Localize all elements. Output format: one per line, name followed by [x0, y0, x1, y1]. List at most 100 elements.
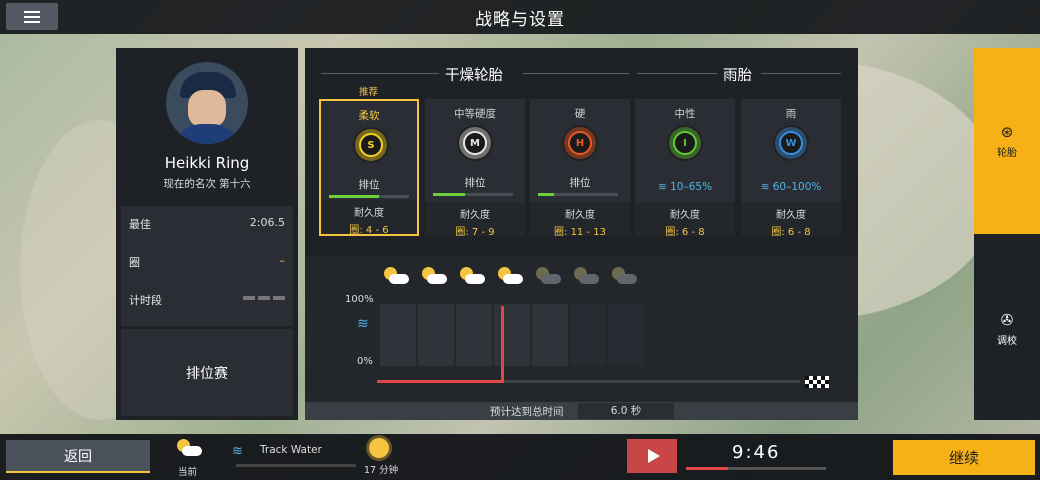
sun-cloud-icon [573, 266, 599, 286]
eta-row: 预计达到总时间 6.0 秒 [305, 402, 858, 420]
sector-indicators [243, 296, 285, 308]
track-water-bar [236, 464, 356, 467]
tyre-durability: 耐久度 圈: 6 - 8 [741, 202, 841, 238]
tyre-compound-icon: S [353, 127, 389, 163]
sun-cloud-icon [459, 266, 485, 286]
weather-forecast: 100% ≋ 0% [305, 256, 858, 402]
forecast-slot [380, 304, 416, 366]
rain-timeline-now [501, 306, 504, 383]
top-bar: 战略与设置 [0, 0, 1040, 34]
tyre-compound-icon: I [667, 125, 703, 161]
tyre-card[interactable]: 中性 I ≋ 10–65% 耐久度 圈: 6 - 8 [635, 99, 735, 238]
forecast-slot [608, 304, 644, 366]
tyre-card[interactable]: 硬 H 排位耐久度 圈: 11 - 13 [530, 99, 630, 238]
sun-cloud-icon [421, 266, 447, 286]
dry-tyres-heading: 干燥轮胎 [445, 68, 503, 84]
tab-tyres-label: 轮胎 [997, 147, 1017, 159]
recommend-label: 推荐 [359, 87, 379, 98]
sector-row: 计时段 [129, 292, 285, 308]
play-icon [647, 449, 660, 463]
tyre-water-range: ≋ 60–100% [760, 181, 822, 193]
tyre-durability: 耐久度 圈: 11 - 13 [530, 202, 630, 238]
tyre-card[interactable]: 雨 W ≋ 60–100% 耐久度 圈: 6 - 8 [741, 99, 841, 238]
tyre-performance-bar [538, 193, 618, 196]
sun-cloud-icon [383, 266, 409, 286]
best-lap-value: 2:06.5 [249, 216, 285, 229]
bottom-bar: 返回 当前 ≋ Track Water 17 分钟 9:46 继续 [0, 434, 1040, 480]
rain-timeline-future [504, 380, 800, 383]
clock-progress [686, 467, 826, 470]
tyre-panel: 干燥轮胎 雨胎 推荐 柔软 S 排位耐久度 圈: 4 - 6 中等硬度 M 排位耐久度 圈: … [305, 48, 858, 420]
tyre-compound-icon: H [562, 125, 598, 161]
forecast-y-max: 100% [345, 294, 374, 305]
forecast-slot [494, 304, 530, 366]
sun-cloud-icon [611, 266, 637, 286]
current-weather-label: 当前 [178, 467, 198, 478]
wrench-icon: ✇ [1000, 310, 1014, 329]
water-drop-icon: ≋ [357, 316, 369, 332]
tyre-performance-label: 排位 [358, 179, 380, 191]
lap-row: 圈 – [129, 254, 285, 270]
driver-avatar [166, 62, 248, 144]
rain-timeline-low [377, 380, 501, 383]
forecast-slot [456, 304, 492, 366]
driver-name: Heikki Ring [164, 154, 250, 172]
best-lap-row: 最佳 2:06.5 [129, 216, 285, 232]
tyre-compound-icon: W [773, 125, 809, 161]
tyre-durability: 耐久度 圈: 6 - 8 [635, 202, 735, 238]
eta-value: 6.0 秒 [578, 403, 674, 419]
sector-label: 计时段 [129, 294, 162, 307]
tab-tyres[interactable]: ⊛ 轮胎 [974, 48, 1040, 234]
water-icon: ≋ [232, 444, 243, 459]
track-water-label: Track Water [260, 444, 322, 456]
tyre-performance-label: 排位 [464, 177, 486, 189]
play-button[interactable] [627, 439, 677, 473]
session-clock: 9:46 [732, 442, 781, 463]
tyre-compound-icon: M [457, 125, 493, 161]
session-type: 排位赛 [121, 326, 293, 416]
session-time: 17 分钟 [364, 438, 404, 476]
tyre-name: 硬 [574, 108, 586, 120]
lap-value: – [279, 254, 286, 267]
tab-setup[interactable]: ✇ 调校 [974, 294, 1040, 364]
continue-button[interactable]: 继续 [893, 440, 1035, 475]
tyre-card[interactable]: 中等硬度 M 排位耐久度 圈: 7 - 9 [425, 99, 525, 238]
page-title: 战略与设置 [475, 10, 565, 30]
tyre-name: 雨 [785, 108, 797, 120]
tyre-card[interactable]: 柔软 S 排位耐久度 圈: 4 - 6 [319, 99, 419, 236]
wet-tyres-heading: 雨胎 [723, 68, 752, 84]
best-lap-label: 最佳 [129, 218, 151, 231]
forecast-slot [570, 304, 606, 366]
tyre-performance-bar [433, 193, 513, 196]
tyre-name: 中性 [674, 108, 696, 120]
sun-cloud-icon [497, 266, 523, 286]
back-button[interactable]: 返回 [6, 440, 150, 473]
side-tabs: ⊛ 轮胎 ✇ 调校 [974, 48, 1040, 420]
forecast-slot [532, 304, 568, 366]
lap-label: 圈 [129, 256, 140, 269]
sun-cloud-icon [535, 266, 561, 286]
session-time-label: 17 分钟 [364, 465, 399, 476]
tyre-icon: ⊛ [1000, 122, 1014, 141]
tyre-performance-label: 排位 [569, 177, 591, 189]
tyre-performance-bar [329, 195, 409, 198]
tyre-durability: 耐久度 圈: 4 - 6 [321, 200, 417, 236]
tyre-water-range: ≋ 10–65% [657, 181, 713, 193]
sun-icon [369, 438, 389, 458]
tyre-name: 柔软 [358, 110, 380, 122]
water-drop-icon: ≋ [760, 181, 773, 193]
water-drop-icon: ≋ [657, 181, 671, 193]
tyre-durability: 耐久度 圈: 7 - 9 [425, 202, 525, 238]
driver-panel: Heikki Ring 现在的名次 第十六 最佳 2:06.5 圈 – 计时段 … [116, 48, 298, 420]
forecast-slot [418, 304, 454, 366]
sun-cloud-icon [176, 438, 202, 458]
tab-setup-label: 调校 [997, 335, 1017, 347]
eta-label: 预计达到总时间 [490, 406, 564, 418]
tyre-name: 中等硬度 [454, 108, 496, 120]
driver-stats: 最佳 2:06.5 圈 – 计时段 [121, 206, 293, 326]
driver-position: 现在的名次 第十六 [163, 178, 251, 190]
checkered-flag-icon [805, 376, 829, 388]
forecast-y-min: 0% [357, 356, 373, 367]
current-weather: 当前 [176, 438, 206, 478]
game-screen: 战略与设置 Heikki Ring 现在的名次 第十六 最佳 2:06.5 圈 … [0, 0, 1040, 480]
